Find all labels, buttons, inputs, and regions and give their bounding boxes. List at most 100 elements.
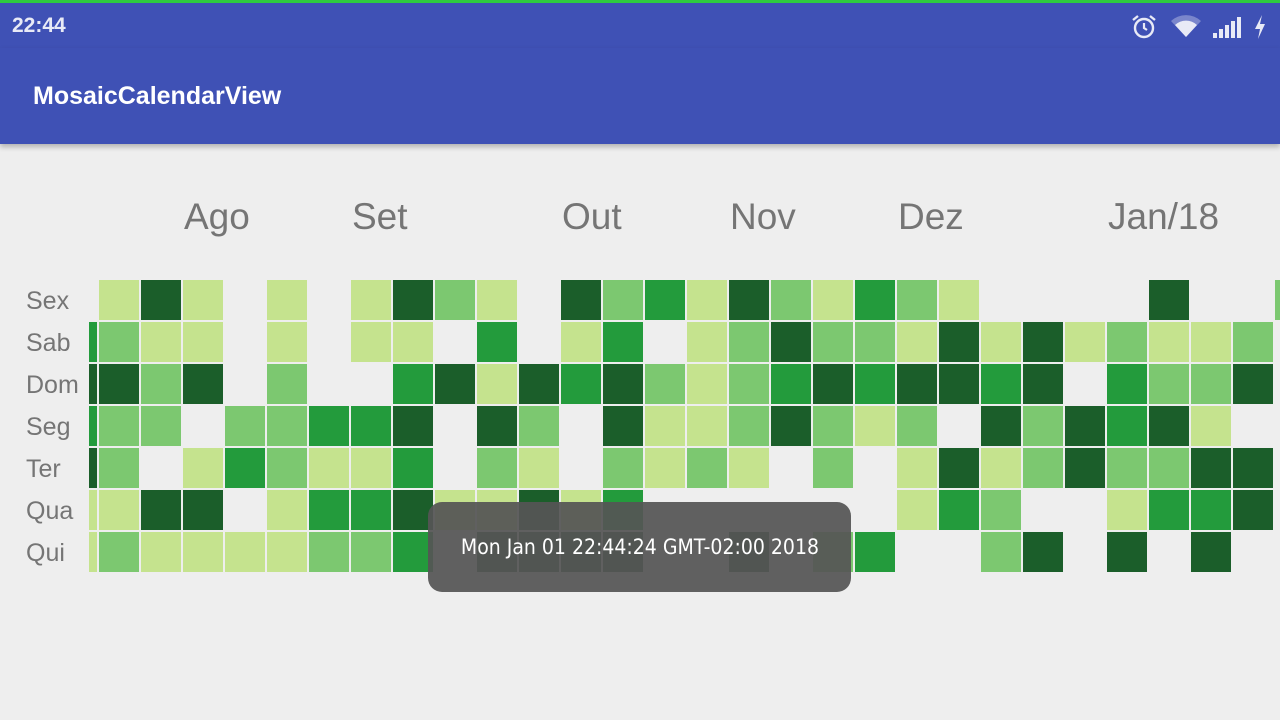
day-cell[interactable]: [1233, 532, 1273, 572]
day-cell[interactable]: [561, 280, 601, 320]
day-cell[interactable]: [183, 364, 223, 404]
day-cell[interactable]: [1065, 448, 1105, 488]
day-cell[interactable]: [183, 532, 223, 572]
day-cell[interactable]: [309, 532, 349, 572]
day-cell[interactable]: [729, 322, 769, 362]
day-cell[interactable]: [1233, 406, 1273, 446]
day-cell[interactable]: [309, 406, 349, 446]
day-cell[interactable]: [519, 364, 559, 404]
day-cell[interactable]: [1233, 364, 1273, 404]
day-cell[interactable]: [351, 364, 391, 404]
day-cell[interactable]: [1191, 532, 1231, 572]
day-cell[interactable]: [99, 490, 139, 530]
day-cell[interactable]: [981, 490, 1021, 530]
day-cell[interactable]: [225, 364, 265, 404]
day-cell[interactable]: [687, 280, 727, 320]
day-cell[interactable]: [183, 280, 223, 320]
day-cell[interactable]: [1191, 364, 1231, 404]
day-cell[interactable]: [771, 364, 811, 404]
day-cell[interactable]: [141, 532, 181, 572]
day-cell[interactable]: [855, 406, 895, 446]
day-cell[interactable]: [351, 406, 391, 446]
day-cell[interactable]: [1065, 532, 1105, 572]
day-cell[interactable]: [519, 322, 559, 362]
day-cell[interactable]: [393, 490, 433, 530]
day-cell[interactable]: [1065, 280, 1105, 320]
day-cell[interactable]: [981, 532, 1021, 572]
day-cell[interactable]: [99, 448, 139, 488]
day-cell[interactable]: [351, 280, 391, 320]
day-cell[interactable]: [267, 364, 307, 404]
day-cell[interactable]: [1065, 490, 1105, 530]
day-cell[interactable]: [435, 322, 475, 362]
day-cell[interactable]: [267, 280, 307, 320]
day-cell[interactable]: [309, 490, 349, 530]
day-cell[interactable]: [1191, 490, 1231, 530]
day-cell[interactable]: [1233, 322, 1273, 362]
day-cell[interactable]: [939, 280, 979, 320]
day-cell[interactable]: [1233, 448, 1273, 488]
day-cell[interactable]: [183, 322, 223, 362]
day-cell[interactable]: [1275, 280, 1280, 320]
day-cell[interactable]: [855, 490, 895, 530]
day-cell[interactable]: [645, 322, 685, 362]
day-cell[interactable]: [183, 406, 223, 446]
day-cell[interactable]: [225, 532, 265, 572]
day-cell[interactable]: [477, 364, 517, 404]
day-cell[interactable]: [771, 322, 811, 362]
day-cell[interactable]: [561, 406, 601, 446]
day-cell[interactable]: [729, 448, 769, 488]
day-cell[interactable]: [1023, 406, 1063, 446]
day-cell[interactable]: [981, 448, 1021, 488]
day-cell[interactable]: [309, 322, 349, 362]
day-cell[interactable]: [855, 280, 895, 320]
day-cell[interactable]: [477, 406, 517, 446]
day-cell[interactable]: [309, 280, 349, 320]
day-cell[interactable]: [1191, 406, 1231, 446]
day-cell[interactable]: [1023, 448, 1063, 488]
day-cell[interactable]: [435, 280, 475, 320]
day-cell[interactable]: [855, 364, 895, 404]
day-cell[interactable]: [729, 406, 769, 446]
day-cell[interactable]: [729, 280, 769, 320]
day-cell[interactable]: [561, 364, 601, 404]
day-cell[interactable]: [1149, 532, 1189, 572]
day-cell[interactable]: [981, 322, 1021, 362]
day-cell[interactable]: [141, 280, 181, 320]
day-cell[interactable]: [771, 448, 811, 488]
day-cell[interactable]: [603, 364, 643, 404]
day-cell[interactable]: [393, 280, 433, 320]
day-cell[interactable]: [225, 406, 265, 446]
day-cell[interactable]: [225, 322, 265, 362]
day-cell[interactable]: [519, 448, 559, 488]
day-cell[interactable]: [1149, 280, 1189, 320]
day-cell[interactable]: [435, 406, 475, 446]
day-cell[interactable]: [99, 280, 139, 320]
day-cell[interactable]: [687, 406, 727, 446]
day-cell[interactable]: [267, 406, 307, 446]
day-cell[interactable]: [267, 448, 307, 488]
day-cell[interactable]: [225, 448, 265, 488]
day-cell[interactable]: [939, 322, 979, 362]
day-cell[interactable]: [981, 406, 1021, 446]
day-cell[interactable]: [225, 490, 265, 530]
day-cell[interactable]: [1275, 364, 1280, 404]
day-cell[interactable]: [1023, 490, 1063, 530]
day-cell[interactable]: [351, 532, 391, 572]
day-cell[interactable]: [1191, 280, 1231, 320]
day-cell[interactable]: [603, 448, 643, 488]
day-cell[interactable]: [939, 448, 979, 488]
day-cell[interactable]: [89, 280, 97, 320]
day-cell[interactable]: [477, 280, 517, 320]
day-cell[interactable]: [1023, 364, 1063, 404]
day-cell[interactable]: [1275, 406, 1280, 446]
day-cell[interactable]: [89, 490, 97, 530]
day-cell[interactable]: [351, 490, 391, 530]
day-cell[interactable]: [89, 406, 97, 446]
day-cell[interactable]: [939, 406, 979, 446]
day-cell[interactable]: [183, 448, 223, 488]
day-cell[interactable]: [1023, 532, 1063, 572]
day-cell[interactable]: [645, 280, 685, 320]
day-cell[interactable]: [99, 322, 139, 362]
day-cell[interactable]: [813, 280, 853, 320]
